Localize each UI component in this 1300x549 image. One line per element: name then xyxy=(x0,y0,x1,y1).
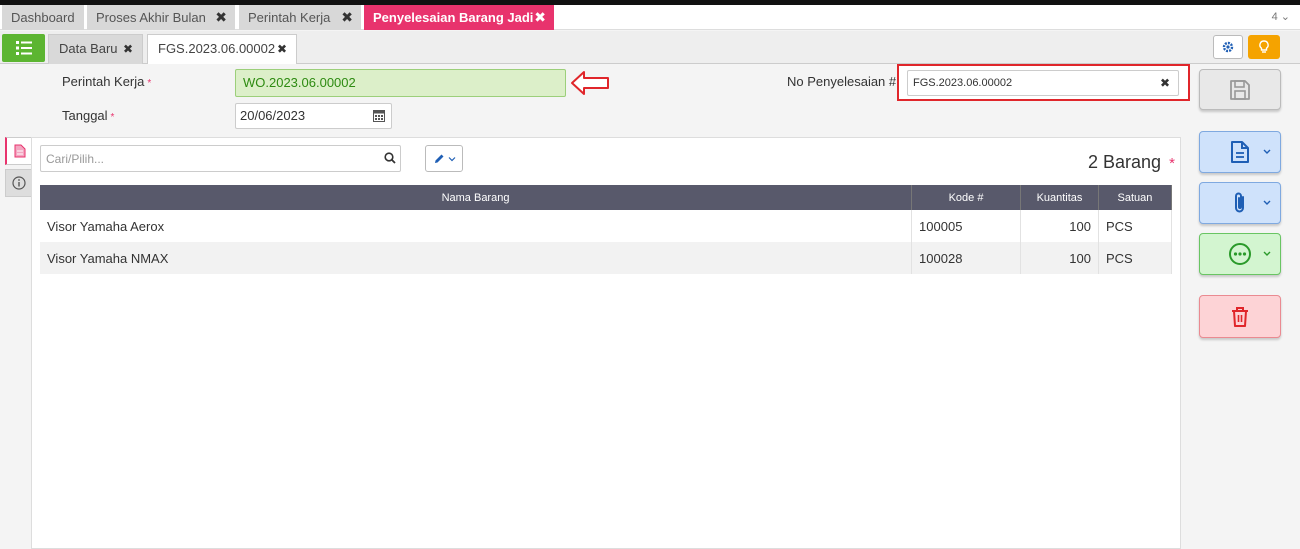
tab-items-list[interactable] xyxy=(5,137,32,165)
no-penyelesaian-label: No Penyelesaian #* xyxy=(787,74,903,89)
tab-label: Proses Akhir Bulan xyxy=(96,10,206,25)
subtab-label: Data Baru xyxy=(59,41,118,56)
label-text: Tanggal xyxy=(62,108,108,123)
document-icon xyxy=(14,144,25,158)
attach-button[interactable] xyxy=(1199,182,1281,224)
edit-dropdown-button[interactable] xyxy=(425,145,463,172)
subtab-data-baru[interactable]: Data Baru ✖ xyxy=(48,34,143,64)
no-penyelesaian-value: FGS.2023.06.00002 xyxy=(913,77,1013,89)
table-row[interactable]: Visor Yamaha Aerox 100005 100 PCS xyxy=(40,210,1173,242)
tips-button[interactable] xyxy=(1248,35,1280,59)
more-icon xyxy=(1229,243,1251,265)
tab-count-label: 4 xyxy=(1271,11,1278,23)
column-header-nama-barang[interactable]: Nama Barang xyxy=(40,185,913,210)
tanggal-value: 20/06/2023 xyxy=(240,108,306,123)
search-icon[interactable] xyxy=(384,152,396,164)
item-count: 2 Barang * xyxy=(1088,152,1175,173)
document-button[interactable] xyxy=(1199,131,1281,173)
close-icon[interactable]: ✖ xyxy=(534,5,546,30)
item-name: Visor Yamaha Aerox xyxy=(40,210,913,242)
chevron-down-icon xyxy=(448,156,455,161)
column-header-satuan[interactable]: Satuan xyxy=(1098,185,1173,210)
required-mark: * xyxy=(1169,155,1175,172)
save-button[interactable] xyxy=(1199,69,1281,110)
table-row[interactable]: Visor Yamaha NMAX 100028 100 PCS xyxy=(40,242,1173,274)
tab-dashboard[interactable]: Dashboard xyxy=(2,5,84,30)
item-unit: PCS xyxy=(1098,242,1173,274)
gear-icon xyxy=(1222,41,1234,53)
perintah-kerja-value: WO.2023.06.00002 xyxy=(243,75,356,90)
info-icon xyxy=(11,176,26,190)
no-penyelesaian-field[interactable]: FGS.2023.06.00002 ✖ xyxy=(907,70,1179,96)
subtab-fgs-record[interactable]: FGS.2023.06.00002 ✖ xyxy=(147,34,297,64)
record-tab-bar: Data Baru ✖ FGS.2023.06.00002 ✖ xyxy=(0,31,1300,64)
tab-info[interactable] xyxy=(5,169,32,197)
item-qty: 100 xyxy=(1020,210,1099,242)
tab-label: Dashboard xyxy=(11,10,75,25)
chevron-down-icon xyxy=(1263,149,1271,154)
list-icon xyxy=(15,41,32,55)
label-text: No Penyelesaian # xyxy=(787,74,897,89)
close-icon[interactable]: ✖ xyxy=(277,35,287,63)
tab-label: Penyelesaian Barang Jadi xyxy=(373,10,534,25)
item-code: 100005 xyxy=(911,210,1022,242)
tab-count-dropdown[interactable]: 4 ⌄ xyxy=(1272,10,1290,23)
label-text: Perintah Kerja xyxy=(62,74,145,89)
close-icon[interactable]: ✖ xyxy=(123,35,133,63)
chevron-down-icon: ⌄ xyxy=(1280,11,1290,23)
tanggal-label: Tanggal * xyxy=(62,108,114,123)
calendar-icon[interactable] xyxy=(373,109,385,122)
close-icon[interactable]: ✖ xyxy=(215,5,227,30)
lightbulb-icon xyxy=(1259,40,1269,53)
tab-proses-akhir-bulan[interactable]: Proses Akhir Bulan ✖ xyxy=(87,5,235,30)
column-header-kuantitas[interactable]: Kuantitas xyxy=(1020,185,1099,210)
tab-penyelesaian-barang-jadi[interactable]: Penyelesaian Barang Jadi ✖ xyxy=(364,5,554,30)
table-header-row: Nama Barang Kode # Kuantitas Satuan xyxy=(40,185,1173,210)
chevron-down-icon xyxy=(1263,251,1271,256)
item-search-input[interactable] xyxy=(40,145,401,172)
perintah-kerja-field[interactable]: WO.2023.06.00002 xyxy=(235,69,566,97)
item-name: Visor Yamaha NMAX xyxy=(40,242,913,274)
arrow-left-icon xyxy=(571,71,609,95)
trash-icon xyxy=(1232,306,1248,327)
tanggal-date-field[interactable]: 20/06/2023 xyxy=(235,103,392,129)
required-mark: * xyxy=(147,78,152,89)
delete-button[interactable] xyxy=(1199,295,1281,338)
perintah-kerja-label: Perintah Kerja * xyxy=(62,74,151,89)
tab-label: Perintah Kerja xyxy=(248,10,331,25)
item-code: 100028 xyxy=(911,242,1022,274)
no-penyelesaian-highlight: FGS.2023.06.00002 ✖ xyxy=(897,64,1190,101)
more-actions-button[interactable] xyxy=(1199,233,1281,275)
close-icon[interactable]: ✖ xyxy=(341,5,353,30)
paperclip-icon xyxy=(1235,192,1244,213)
main-tab-bar: Dashboard Proses Akhir Bulan ✖ Perintah … xyxy=(0,5,1300,30)
save-icon xyxy=(1230,79,1250,100)
item-count-label: 2 Barang xyxy=(1088,152,1162,172)
clear-icon[interactable]: ✖ xyxy=(1160,71,1170,95)
settings-button[interactable] xyxy=(1213,35,1243,59)
subtab-label: FGS.2023.06.00002 xyxy=(158,41,276,56)
column-header-kode[interactable]: Kode # xyxy=(911,185,1022,210)
tab-perintah-kerja[interactable]: Perintah Kerja ✖ xyxy=(239,5,361,30)
items-table: Nama Barang Kode # Kuantitas Satuan Viso… xyxy=(40,185,1173,274)
chevron-down-icon xyxy=(1263,200,1271,205)
required-mark: * xyxy=(110,112,115,123)
menu-button[interactable] xyxy=(2,34,45,62)
document-icon xyxy=(1231,141,1249,163)
pencil-icon xyxy=(434,154,443,163)
item-qty: 100 xyxy=(1020,242,1099,274)
item-unit: PCS xyxy=(1098,210,1173,242)
